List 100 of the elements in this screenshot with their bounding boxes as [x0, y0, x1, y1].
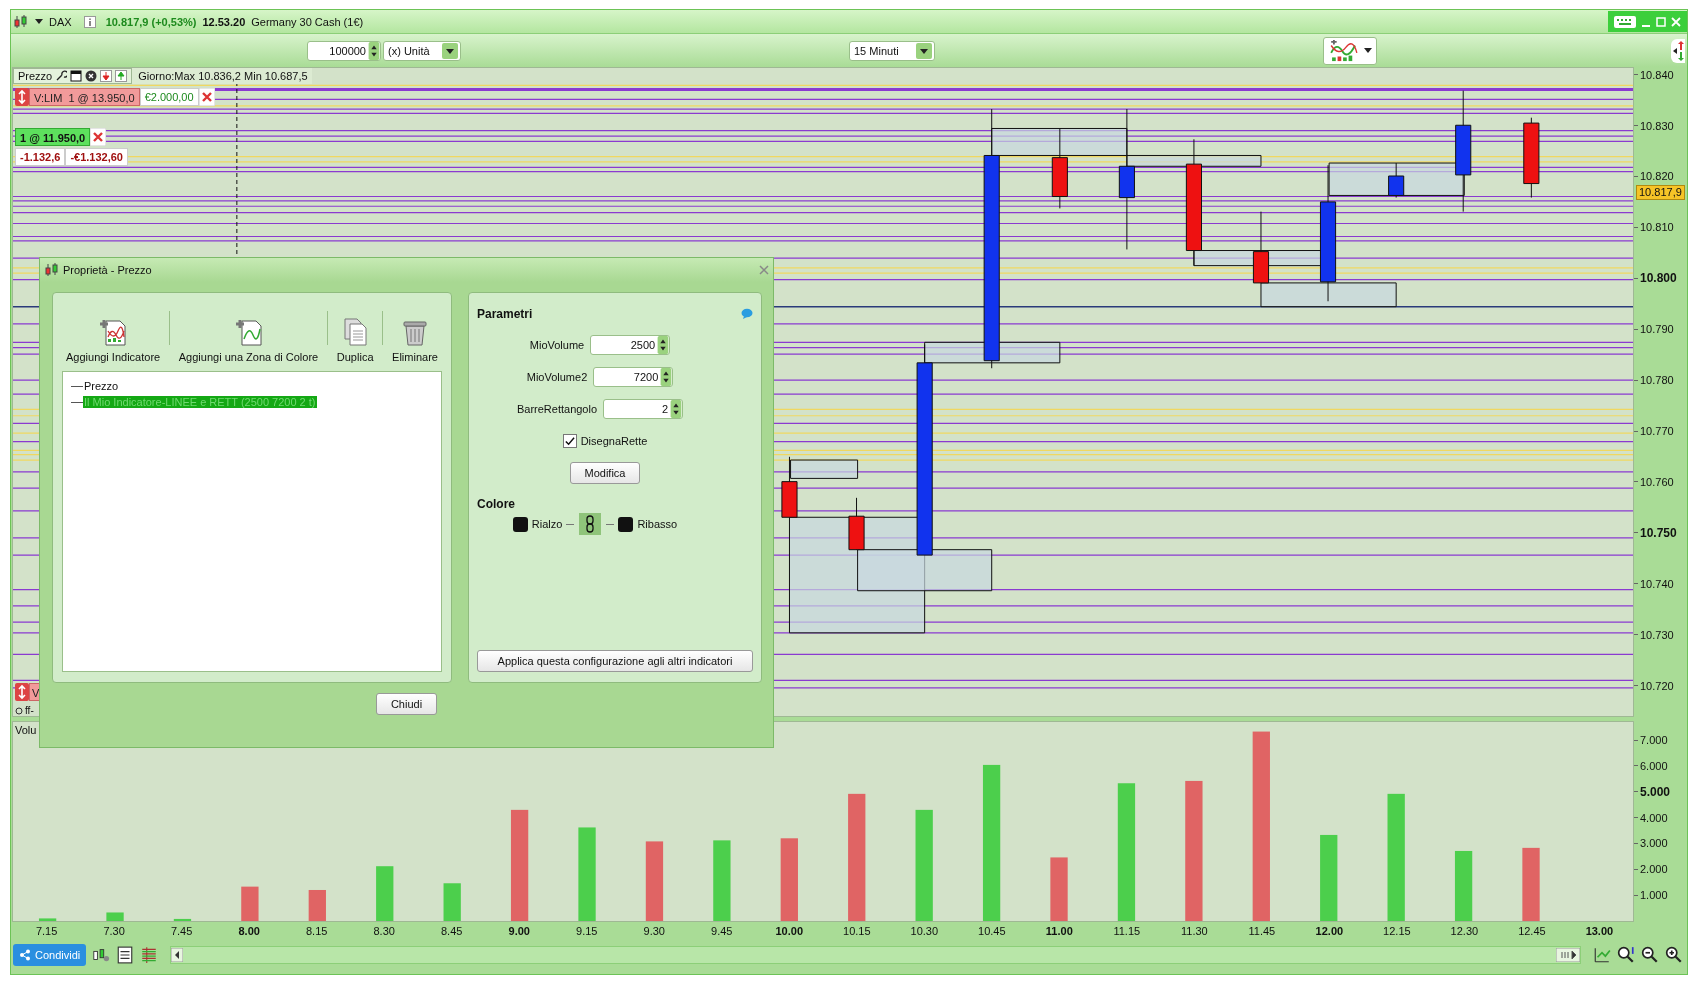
axis-label: 12.45: [1518, 925, 1546, 937]
caret-icon: [1364, 48, 1372, 53]
parameter-field[interactable]: 2: [603, 399, 684, 419]
axis-label: 8.15: [306, 925, 328, 937]
volume-bar: [106, 912, 124, 921]
axis-label: 10.00: [775, 925, 804, 937]
circle-icon[interactable]: [15, 706, 23, 715]
day-range: Giorno:Max 10.836,2 Min 10.687,5: [138, 70, 308, 82]
parameter-field[interactable]: 7200: [593, 367, 674, 387]
axis-label: 8.30: [373, 925, 395, 937]
panel-title: Volu: [15, 724, 37, 736]
chain-link-icon[interactable]: [578, 513, 603, 535]
position-value: -€1.132,60: [65, 148, 128, 166]
timeframe-dropdown[interactable]: 15 Minuti: [849, 40, 935, 61]
volume-bar: [443, 883, 461, 921]
parameter-label: MioVolume: [529, 339, 585, 351]
range-rectangle: [790, 459, 859, 479]
spinner-arrows-icon[interactable]: [657, 336, 670, 354]
axis-label: 10.30: [910, 925, 939, 937]
indicators-button[interactable]: [1323, 36, 1377, 65]
axis-label: 10.45: [978, 925, 1006, 937]
limit-order-label[interactable]: V:LIM 1 @ 13.950,0: [29, 88, 140, 106]
axis-label: 13.00: [1585, 925, 1614, 937]
volume-chart[interactable]: Volu: [12, 721, 1634, 922]
axis-label: 8.00: [238, 925, 260, 937]
down-arrow-icon[interactable]: [100, 70, 113, 82]
scroll-thumb-icon[interactable]: [1556, 948, 1580, 962]
zoom-out-icon[interactable]: [1641, 946, 1659, 964]
candlestick-icon[interactable]: [13, 13, 29, 30]
spinner-arrows-icon[interactable]: [368, 41, 380, 60]
axis-label: 7.45: [170, 925, 193, 937]
toolbar-button[interactable]: Duplica: [332, 301, 378, 365]
quantity-field[interactable]: 100000: [307, 40, 381, 61]
caret-icon: [916, 42, 932, 59]
position-points: -1.132,6: [15, 148, 66, 166]
volume-bar: [173, 918, 192, 921]
axis-label: 10.770: [1634, 424, 1674, 438]
keyboard-icon[interactable]: [1614, 15, 1636, 28]
tree-item[interactable]: Prezzo: [83, 380, 120, 392]
volume-bar: [241, 886, 259, 921]
toolbar-button[interactable]: Aggiungi una Zona di Colore: [174, 301, 323, 365]
unit-dropdown[interactable]: (x) Unità: [383, 40, 461, 61]
window-icon[interactable]: [70, 70, 83, 82]
instrument-name: Germany 30 Cash (1€): [251, 15, 364, 28]
checkbox[interactable]: [562, 434, 577, 448]
price-quote: 10.817,9 (+0,53%): [105, 15, 197, 28]
volume-bar: [38, 918, 57, 921]
axis-label: 10.15: [843, 925, 871, 937]
axis-label: 9.15: [576, 925, 598, 937]
grid-icon[interactable]: [140, 946, 159, 964]
parameter-label: MioVolume2: [526, 371, 588, 383]
volume-bar: [308, 890, 326, 921]
color-label: Ribasso: [637, 518, 678, 530]
zoom-in-icon[interactable]: [1665, 946, 1683, 964]
chart-document-icon: [233, 317, 264, 347]
scroll-bar[interactable]: [170, 946, 1581, 964]
instrument-symbol[interactable]: DAX: [49, 15, 72, 28]
axis-label: 8.45: [441, 925, 463, 937]
up-down-arrow-icon[interactable]: [15, 88, 29, 106]
color-swatch[interactable]: [512, 516, 528, 532]
up-down-arrow-icon[interactable]: [15, 683, 29, 701]
wrench-icon[interactable]: [55, 70, 68, 82]
apply-button[interactable]: Applica questa configurazione agli altri indicatori: [477, 650, 753, 672]
caret-icon[interactable]: [35, 19, 43, 24]
toolbar-button[interactable]: Eliminare: [388, 301, 442, 365]
axis-label: 9.00: [508, 925, 530, 937]
close-icon[interactable]: [85, 70, 98, 82]
axis-label: 9.45: [711, 925, 733, 937]
dialog-title: Proprietà - Prezzo: [63, 264, 152, 276]
quote-time: 12.53.20: [202, 15, 246, 28]
checkbox-label: DisegnaRette: [580, 435, 648, 447]
parameter-label: BarreRettangolo: [516, 403, 598, 415]
toolbar-button[interactable]: Aggiungi Indicatore: [62, 301, 165, 365]
share-icon: [19, 949, 31, 961]
spinner-arrows-icon[interactable]: [660, 368, 673, 386]
candlestick-icon[interactable]: [92, 946, 111, 964]
position-label[interactable]: 1 @ 11.950,0: [15, 128, 91, 146]
axis-label: 7.30: [103, 925, 125, 937]
axis-label: 5.000: [1634, 784, 1671, 799]
info-icon[interactable]: [83, 15, 96, 28]
chart-settings-icon[interactable]: [1593, 946, 1611, 964]
axis-label: 9.30: [643, 925, 665, 937]
axis-label: 11.00: [1045, 925, 1073, 937]
up-arrow-icon[interactable]: [115, 70, 128, 82]
color-label: Rialzo: [531, 518, 563, 530]
close-button[interactable]: Chiudi: [375, 693, 438, 715]
edit-button[interactable]: Modifica: [569, 462, 641, 484]
parameter-field[interactable]: 2500: [590, 335, 671, 355]
indicator-label: ff-: [25, 705, 34, 716]
list-icon[interactable]: [116, 946, 135, 964]
left-arrow-icon[interactable]: [171, 948, 184, 962]
zoom-fit-icon[interactable]: [1617, 946, 1635, 964]
volume-bar: [1050, 857, 1068, 921]
caret-icon: [442, 42, 458, 59]
axis-label: 11.15: [1113, 925, 1141, 937]
color-swatch[interactable]: [618, 516, 634, 532]
spinner-arrows-icon[interactable]: [670, 400, 683, 418]
arrows-icon[interactable]: [1671, 38, 1685, 63]
last-price-tag: 10.817,9: [1636, 185, 1685, 200]
volume-bar: [1454, 850, 1473, 921]
